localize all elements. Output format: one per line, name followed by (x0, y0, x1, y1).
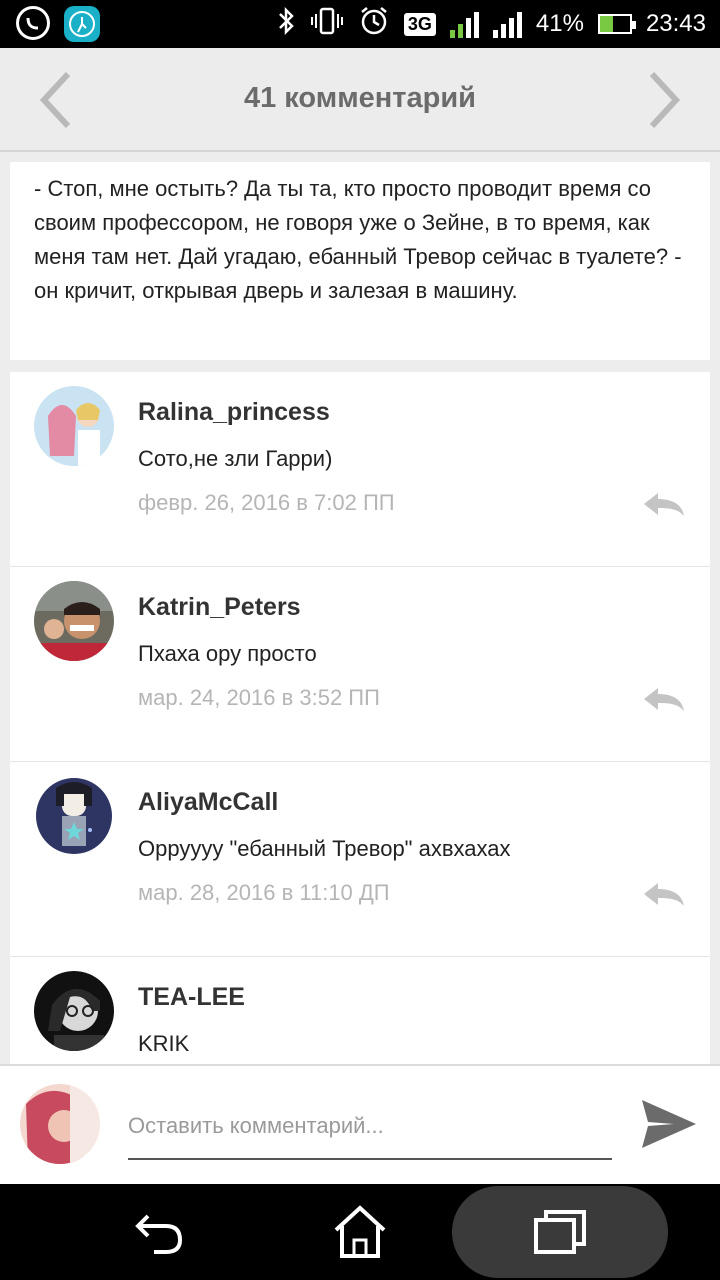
avatar (20, 1084, 100, 1164)
comment-composer (0, 1064, 720, 1184)
network-type: 3G (403, 12, 436, 36)
comment-date: февр. 26, 2016 в 7:02 ПП (138, 490, 395, 515)
screen: 3G 41% 23:43 41 комментарий - Стоп, мне … (0, 0, 720, 1280)
avatar[interactable] (34, 776, 114, 856)
comment-text: Пхаха ору просто (138, 641, 317, 666)
comment-item: TEA-LEE KRIK (10, 957, 710, 1064)
system-nav-bar (0, 1184, 720, 1280)
page-title: 41 комментарий (243, 82, 477, 114)
comment-item: Katrin_Peters Пхаха ору просто мар. 24, … (10, 567, 710, 762)
signal-sim2-icon (492, 10, 522, 38)
comment-text: Сото,не зли Гарри) (138, 446, 333, 471)
comment-item: Ralina_princess Сото,не зли Гарри) февр.… (10, 372, 710, 567)
send-icon[interactable] (640, 1096, 698, 1152)
whatsapp-notification-icon (16, 6, 50, 40)
chevron-right-icon[interactable] (634, 68, 694, 132)
alarm-icon (358, 5, 390, 44)
comment-text: KRIK (138, 1031, 190, 1056)
comment-author[interactable]: TEA-LEE (138, 983, 245, 1012)
comment-date: мар. 24, 2016 в 3:52 ПП (138, 685, 380, 710)
avatar[interactable] (34, 386, 114, 466)
top-bar: 41 комментарий (0, 48, 720, 152)
avatar[interactable] (34, 971, 114, 1051)
story-excerpt: - Стоп, мне остыть? Да ты та, кто просто… (10, 162, 710, 360)
avatar[interactable] (34, 581, 114, 661)
home-icon[interactable] (330, 1202, 390, 1262)
story-text: - Стоп, мне остыть? Да ты та, кто просто… (34, 176, 682, 303)
comment-text: Орруууу "ебанный Тревор" ахвхахах (138, 836, 511, 861)
battery-percent: 41% (535, 10, 584, 37)
reply-icon[interactable] (642, 685, 686, 715)
comment-item: AliyaMcCall Орруууу "ебанный Тревор" ахв… (10, 762, 710, 957)
comment-list: Ralina_princess Сото,не зли Гарри) февр.… (10, 372, 710, 1064)
recents-icon[interactable] (530, 1202, 590, 1262)
battery-icon (597, 14, 636, 34)
signal-sim1-icon (449, 10, 479, 38)
comment-author[interactable]: Ralina_princess (138, 398, 330, 427)
status-bar: 3G 41% 23:43 (0, 0, 720, 48)
comment-author[interactable]: AliyaMcCall (138, 788, 278, 817)
clock: 23:43 (645, 10, 706, 37)
vibrate-icon (310, 6, 344, 43)
comment-input[interactable] (128, 1100, 612, 1160)
comment-date: мар. 28, 2016 в 11:10 ДП (138, 880, 390, 905)
reply-icon[interactable] (642, 490, 686, 520)
bluetooth-icon (276, 6, 296, 43)
comment-author[interactable]: Katrin_Peters (138, 593, 301, 622)
fitness-notification-icon (64, 6, 100, 42)
reply-icon[interactable] (642, 880, 686, 910)
back-icon[interactable] (130, 1202, 190, 1262)
